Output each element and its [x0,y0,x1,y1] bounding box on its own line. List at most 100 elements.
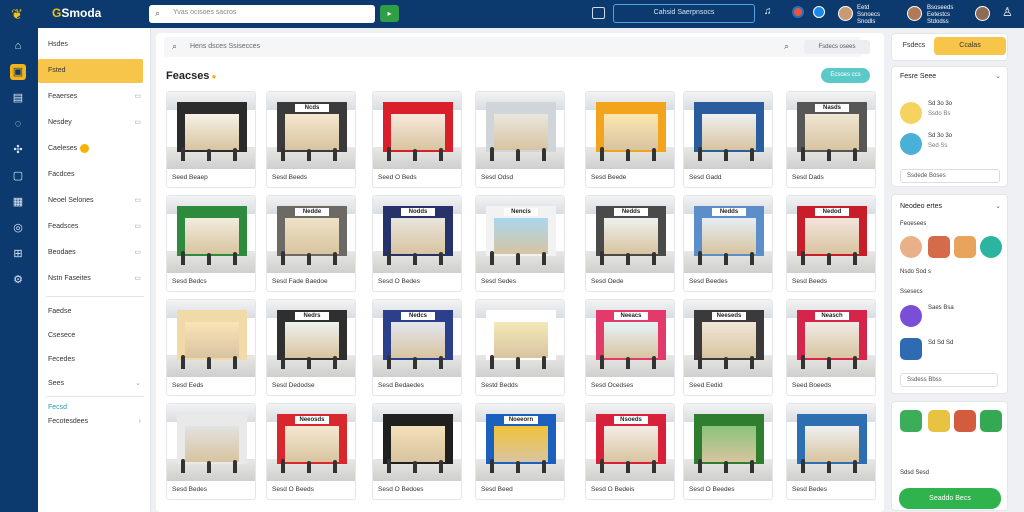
store-card[interactable]: Nodds Sesd O Bedes [372,195,462,292]
store-card[interactable]: Sesd Bedes [166,403,256,500]
store-card[interactable]: Sesd Bedcs [166,195,256,292]
sidebar-item-bottom-2[interactable]: Fecotesdees › [38,410,143,434]
brand-avatar[interactable] [980,236,1002,258]
center-action-button[interactable]: Cahsid Saerpnsocs [613,4,755,23]
share-icon[interactable]: ✣ [10,142,26,158]
avatar[interactable] [907,6,922,21]
user-name-2[interactable]: Bsoseeds Eetestcs Stdodss [927,5,953,26]
brand-name[interactable]: GSmoda [52,6,101,20]
sidebar-item-favorites[interactable]: Feadsces ▭ [38,215,143,239]
store-image: Noeeorn [476,404,564,481]
sidebar-item-lower-4[interactable]: Sees ⌄ [38,372,143,396]
store-card[interactable]: Sesd Gadd [683,91,773,188]
store-card[interactable]: Neeosds Sesd O Beeds [266,403,356,500]
app-icon[interactable] [928,410,950,432]
tab-filters[interactable]: Fsdecs [898,37,930,55]
app-icon[interactable] [954,410,976,432]
sidebar-item-brands[interactable]: Beodaes ▭ [38,241,143,265]
user-name-1[interactable]: Eetd Ssnoecs Snodls [857,5,880,26]
shopper-figure [181,251,185,265]
store-card[interactable]: Sesd O Beedes [683,403,773,500]
store-card[interactable]: Sesd O Bedoes [372,403,462,500]
filter-pill[interactable]: Fsdecs osees [804,40,870,54]
sidebar-item-stores[interactable]: Fsted [38,59,143,83]
app-icon[interactable] [900,410,922,432]
brand-avatar[interactable] [954,236,976,258]
avatar[interactable] [838,6,853,21]
info-dot-icon[interactable] [813,6,825,18]
store-card[interactable]: Seed O Beds [372,91,462,188]
brand-avatar[interactable] [928,236,950,258]
store-search-input[interactable]: ⌕ Hens dsces Ssisecces ⌕ Fsdecs osees [164,37,870,57]
grid-icon[interactable]: ▤ [10,90,26,106]
primary-cta-button[interactable]: Seaddo Becs [899,488,1001,509]
store-card[interactable]: Nedde Sesd Fade Baedoe [266,195,356,292]
chevron-down-icon[interactable]: ⌄ [995,72,1001,80]
store-card[interactable]: Neeseds Seed Eedid [683,299,773,396]
leaf-logo-icon[interactable]: ❦ [8,5,26,23]
store-card[interactable]: Neeacs Sesd Ocedses [585,299,675,396]
sidebar-item-news[interactable]: Nesdey ▭ [38,111,143,135]
sidebar-item-new-features[interactable]: Nstn Faseites ▭ [38,267,143,291]
panel-select-field[interactable]: Ssdess Bbss [900,373,998,387]
app-icon[interactable] [980,410,1002,432]
gift-icon[interactable]: ⊞ [10,246,26,262]
store-card[interactable]: Sesd Bedes [786,403,876,500]
sidebar-item-model-scenes[interactable]: Neoel Selones ▭ [38,189,143,213]
sidebar-item-lower-3[interactable]: Fecedes [38,348,143,372]
store-thumbnail[interactable] [900,102,922,124]
store-sign: Nodds [401,208,435,216]
search-icon[interactable]: ⌕ [784,41,789,52]
store-icon[interactable]: ▣ [10,64,26,80]
avatar[interactable] [975,6,990,21]
bell-icon[interactable]: ♫ [764,6,772,17]
store-card[interactable]: Nedod Sesd Beeds [786,195,876,292]
sidebar-item-lower-2[interactable]: Csesece [38,324,143,348]
shopper-figure [516,253,520,265]
store-card[interactable]: Sesd Odsd [475,91,565,188]
brand-avatar[interactable] [900,236,922,258]
store-thumbnail[interactable] [900,133,922,155]
store-card[interactable]: Seed Beaep [166,91,256,188]
store-sign: Nasds [815,104,849,112]
status-dot-icon[interactable] [792,6,804,18]
store-card[interactable]: Sestd Bedds [475,299,565,396]
store-card[interactable]: Sesd Beede [585,91,675,188]
chevron-down-icon[interactable]: ⌄ [995,202,1001,210]
store-card[interactable]: Noeeorn Sesd Beed [475,403,565,500]
store-card[interactable]: Nedds Sesd Oede [585,195,675,292]
calendar-icon[interactable]: ▦ [10,194,26,210]
home-icon[interactable]: ⌂ [10,38,26,54]
tab-active[interactable]: Ccalas [934,37,1006,55]
global-search-input[interactable]: ⌕ Yvas ocisoes sacros [149,5,375,23]
sidebar-item-facades[interactable]: Facdces [38,163,143,187]
search-go-button[interactable]: ▸ [380,5,399,22]
store-card[interactable]: Nedrs Sesd Dedodse [266,299,356,396]
store-card[interactable]: Nedcs Sesd Bedaedes [372,299,462,396]
calendar-icon[interactable] [592,7,605,19]
box-icon[interactable]: ▢ [10,168,26,184]
store-card[interactable]: Nencis Sesd Sedes [475,195,565,292]
sidebar-item-features[interactable]: Feaerses ▭ [38,85,143,109]
person-icon[interactable]: ♙ [1002,5,1013,19]
sidebar-item-lower-1[interactable]: Faedse [38,300,143,324]
store-card[interactable]: Neasch Seed Boeeds [786,299,876,396]
store-card[interactable]: Nedds Sesd Beedes [683,195,773,292]
store-card[interactable]: Nsoeds Sesd O Bedeis [585,403,675,500]
store-card[interactable]: Nasds Sesd Dads [786,91,876,188]
sidebar-item-home[interactable]: Hsdes [38,33,143,57]
store-window [185,218,239,254]
shopper-figure [853,148,857,161]
store-card-caption: Sesd Bedcs [172,278,207,285]
store-card[interactable]: Sesd Eeds [166,299,256,396]
tag-icon[interactable]: ◎ [10,220,26,236]
brand-thumbnail[interactable] [900,338,922,360]
brand-thumbnail[interactable] [900,305,922,327]
sidebar-item-categories[interactable]: Caeleses [38,137,143,161]
store-card[interactable]: Ncds Sesd Beeds [266,91,356,188]
chat-icon[interactable]: ◌ [10,116,26,132]
view-all-button[interactable]: Ecsoes ccs [821,68,870,83]
store-card-caption: Seed Eedid [689,382,723,389]
settings-icon[interactable]: ⚙ [10,272,26,288]
panel-select-field[interactable]: Ssdede Boses [900,169,1000,183]
